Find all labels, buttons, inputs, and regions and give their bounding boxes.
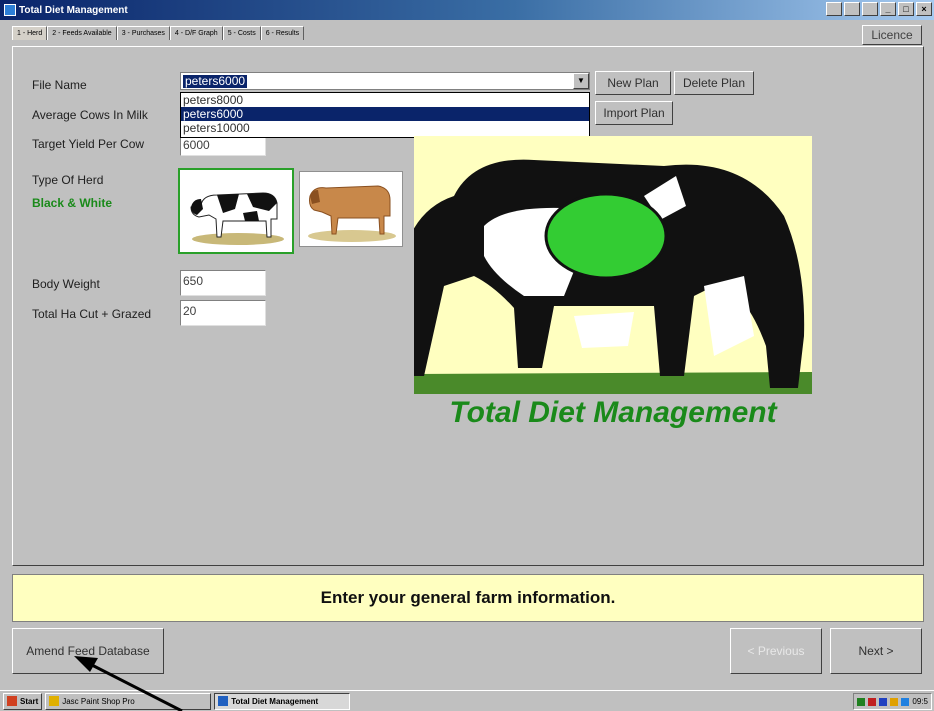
- start-button[interactable]: Start: [3, 692, 43, 710]
- tab-costs[interactable]: 5 - Costs: [222, 26, 261, 40]
- herd-type-label: Type Of Herd: [32, 173, 104, 187]
- status-text: Enter your general farm information.: [320, 588, 616, 607]
- tray-icon-3[interactable]: [862, 2, 878, 16]
- close-icon[interactable]: ×: [916, 2, 932, 16]
- logo-title: Total Diet Management: [449, 396, 777, 429]
- start-label: Start: [20, 696, 39, 706]
- tray-icon-2[interactable]: [844, 2, 860, 16]
- tab-feeds-available[interactable]: 2 - Feeds Available: [47, 26, 117, 40]
- herd-type-value: Black & White: [32, 196, 113, 210]
- taskbar-item-paint-shop[interactable]: Jasc Paint Shop Pro: [45, 692, 212, 710]
- tab-results[interactable]: 6 - Results: [260, 26, 305, 40]
- logo-graphic: [414, 136, 812, 394]
- paint-shop-icon: [49, 696, 60, 706]
- file-name-combo[interactable]: peters6000 ▼: [180, 72, 590, 90]
- tray-icon[interactable]: [857, 697, 866, 706]
- window-title: Total Diet Management: [19, 4, 128, 16]
- taskbar-item-total-diet[interactable]: Total Diet Management: [214, 692, 351, 710]
- new-plan-button[interactable]: New Plan: [595, 71, 671, 95]
- black-white-cow-picture[interactable]: [178, 168, 294, 254]
- tab-df-graph[interactable]: 4 - D/F Graph: [169, 26, 223, 40]
- black-white-cow-icon: [190, 192, 284, 245]
- app-icon: [218, 696, 229, 706]
- total-ha-input[interactable]: 20: [180, 300, 266, 326]
- window-titlebar[interactable]: Total Diet Management _ □ ×: [0, 0, 934, 20]
- tray-icon[interactable]: [890, 697, 899, 706]
- file-name-dropdown[interactable]: peters8000 peters6000 peters10000: [180, 92, 590, 138]
- tray-icon[interactable]: [868, 697, 877, 706]
- windows-logo-icon: [7, 696, 17, 706]
- tray-icon[interactable]: [879, 697, 888, 706]
- jersey-cow-picture[interactable]: [299, 171, 403, 247]
- tab-herd[interactable]: 1 - Herd: [12, 26, 48, 40]
- restore-icon[interactable]: □: [898, 2, 914, 16]
- system-tray: 09:5: [853, 693, 932, 710]
- body-weight-input[interactable]: 650: [180, 270, 266, 296]
- tray-icon-1[interactable]: [826, 2, 842, 16]
- total-ha-label: Total Ha Cut + Grazed: [32, 307, 152, 321]
- body-weight-label: Body Weight: [32, 277, 100, 291]
- next-button[interactable]: Next >: [830, 628, 922, 674]
- import-plan-button[interactable]: Import Plan: [595, 101, 673, 125]
- avg-cows-label: Average Cows In Milk: [32, 108, 148, 122]
- cow-logo-icon: [414, 136, 812, 394]
- app-icon: [4, 4, 16, 16]
- tab-purchases[interactable]: 3 - Purchases: [116, 26, 170, 40]
- jersey-cow-icon: [308, 185, 396, 242]
- file-option[interactable]: peters6000: [181, 107, 589, 121]
- file-name-selected: peters6000: [183, 74, 248, 88]
- previous-button[interactable]: < Previous: [730, 628, 822, 674]
- tray-icon[interactable]: [901, 697, 910, 706]
- file-option[interactable]: peters10000: [181, 121, 589, 135]
- window-controls: _ □ ×: [826, 2, 932, 16]
- taskbar: Start Jasc Paint Shop Pro Total Diet Man…: [0, 690, 934, 711]
- amend-feed-database-button[interactable]: Amend Feed Database: [12, 628, 164, 674]
- taskbar-item-label: Jasc Paint Shop Pro: [62, 696, 135, 706]
- app-screen: Total Diet Management _ □ × 1 - Herd 2 -…: [0, 0, 934, 711]
- file-name-label: File Name: [32, 78, 87, 92]
- tab-strip: 1 - Herd 2 - Feeds Available 3 - Purchas…: [12, 26, 305, 40]
- delete-plan-button[interactable]: Delete Plan: [674, 71, 754, 95]
- file-option[interactable]: peters8000: [181, 93, 589, 107]
- target-yield-label: Target Yield Per Cow: [32, 137, 145, 151]
- minimize-icon[interactable]: _: [880, 2, 896, 16]
- chevron-down-icon[interactable]: ▼: [573, 73, 589, 89]
- taskbar-item-label: Total Diet Management: [231, 696, 319, 706]
- licence-button[interactable]: Licence: [862, 25, 922, 45]
- status-message: Enter your general farm information.: [12, 574, 924, 622]
- clock: 09:5: [912, 697, 928, 706]
